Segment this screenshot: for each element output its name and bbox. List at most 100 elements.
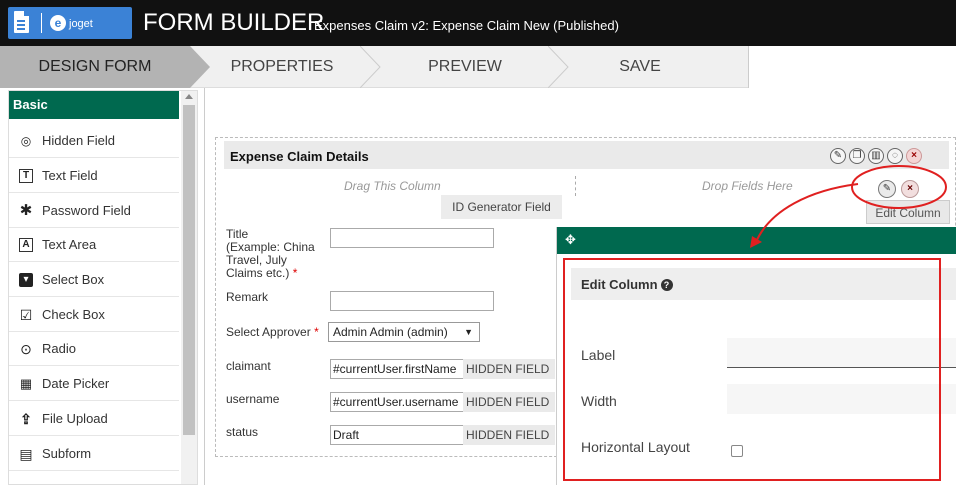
radio-icon: ⊙ — [20, 341, 32, 357]
title-input[interactable] — [330, 228, 494, 248]
approver-label: Select Approver — [226, 325, 311, 339]
width-input[interactable] — [727, 384, 956, 414]
palette-item-label: Hidden Field — [42, 133, 115, 148]
section-title: Expense Claim Details — [230, 149, 369, 164]
logo-text: joget — [69, 18, 93, 30]
panel-drag-bar[interactable]: ✥ — [557, 227, 956, 254]
palette-item-label: File Upload — [42, 411, 108, 426]
drag-column-hint[interactable]: Drag This Column — [344, 179, 441, 193]
tab-label: DESIGN FORM — [38, 58, 152, 75]
id-generator-field[interactable]: ID Generator Field — [441, 195, 562, 219]
tab-properties[interactable]: PROPERTIES — [212, 46, 352, 88]
horizontal-layout-label: Horizontal Layout — [581, 439, 690, 455]
app-title: FORM BUILDER — [143, 9, 325, 36]
scroll-thumb[interactable] — [183, 105, 195, 435]
palette-item-label: Text Field — [42, 168, 98, 183]
palette-item-check-box[interactable]: ☑ Check Box — [9, 298, 179, 332]
horizontal-layout-checkbox[interactable] — [731, 445, 743, 457]
label-input[interactable] — [727, 338, 956, 368]
check-box-icon: ☑ — [19, 307, 33, 323]
palette-item-password-field[interactable]: ✱ Password Field — [9, 194, 179, 228]
username-input[interactable]: #currentUser.username — [330, 392, 464, 412]
palette-item-file-upload[interactable]: ⇪ File Upload — [9, 402, 179, 436]
logo-separator — [41, 13, 42, 33]
section-header[interactable]: Expense Claim Details ✎ ❐ ▥ ◌ × — [224, 141, 949, 169]
remark-field-label[interactable]: Remark — [226, 291, 268, 304]
select-box-icon: ▾ — [19, 273, 33, 287]
chevron-right-icon — [190, 46, 210, 88]
help-icon[interactable]: ? — [660, 279, 673, 291]
steps-spacer — [748, 46, 956, 88]
approver-selected: Admin Admin (admin) — [333, 325, 448, 339]
palette-item-text-field[interactable]: T Text Field — [9, 159, 179, 193]
builder-steps: DESIGN FORM PROPERTIES PREVIEW SAVE — [0, 46, 956, 88]
canvas-divider — [204, 88, 205, 485]
palette-item-label: Date Picker — [42, 376, 110, 391]
chevron-right-icon — [360, 46, 381, 88]
claimant-field-label[interactable]: claimant — [226, 360, 271, 373]
width-field-label: Width — [581, 393, 617, 409]
approver-field-label[interactable]: Select Approver * — [226, 326, 319, 339]
document-icon — [14, 11, 29, 33]
delete-column-icon[interactable]: × — [901, 180, 919, 198]
field-palette: Basic ◎ Hidden Field T Text Field ✱ Pass… — [8, 90, 198, 485]
caret-down-icon: ▼ — [464, 327, 473, 337]
panel-header: Edit Column? — [571, 268, 956, 300]
subform-icon: ▤ — [19, 446, 33, 462]
column-divider — [575, 176, 576, 196]
calendar-icon: ▦ — [19, 376, 33, 391]
palette-item-date-picker[interactable]: ▦ Date Picker — [9, 367, 179, 401]
palette-scrollbar[interactable] — [181, 91, 197, 484]
edit-column-icon[interactable]: ✎ — [878, 180, 896, 198]
tab-label: PROPERTIES — [230, 58, 334, 75]
palette-item-label: Select Box — [42, 272, 105, 287]
claimant-input[interactable]: #currentUser.firstName — [330, 359, 464, 379]
required-mark: * — [292, 266, 298, 280]
upload-icon: ⇪ — [20, 411, 32, 427]
tab-save[interactable]: SAVE — [580, 46, 700, 88]
palette-item-select-box[interactable]: ▾ Select Box — [9, 263, 179, 297]
palette-item-hidden-field[interactable]: ◎ Hidden Field — [9, 124, 179, 158]
palette-item-radio[interactable]: ⊙ Radio — [9, 332, 179, 366]
status-field-label[interactable]: status — [226, 426, 258, 439]
tab-label: PREVIEW — [428, 58, 502, 75]
remark-input[interactable] — [330, 291, 494, 311]
title-label-line: Claims etc.) — [226, 266, 290, 280]
scroll-up-icon[interactable] — [185, 94, 193, 99]
title-field-label[interactable]: Title (Example: China Travel, July Claim… — [226, 228, 315, 280]
palette-item-label: Radio — [42, 341, 76, 356]
text-field-icon: T — [19, 169, 33, 183]
tab-label: SAVE — [619, 58, 661, 75]
label-field-label: Label — [581, 347, 616, 363]
palette-item-label: Password Field — [42, 203, 131, 218]
tab-preview[interactable]: PREVIEW — [395, 46, 535, 88]
panel-title: Edit Column? — [581, 277, 673, 292]
approver-select[interactable]: Admin Admin (admin) ▼ — [328, 322, 480, 342]
palette-category-basic[interactable]: Basic — [9, 91, 179, 119]
palette-item-subform[interactable]: ▤ Subform — [9, 437, 179, 471]
panel-title-text: Edit Column — [581, 277, 658, 292]
text-area-icon: A — [19, 238, 33, 252]
tab-design-form[interactable]: DESIGN FORM — [0, 46, 190, 88]
form-name: Expenses Claim v2: Expense Claim New (Pu… — [314, 18, 619, 33]
asterisk-icon: ✱ — [19, 202, 33, 219]
username-field-label[interactable]: username — [226, 393, 279, 406]
add-column-icon[interactable]: ▥ — [868, 148, 884, 164]
copy-section-icon[interactable]: ❐ — [849, 148, 865, 164]
edit-column-tooltip: Edit Column — [866, 200, 950, 224]
eye-slash-icon: ◎ — [20, 134, 32, 148]
palette-item-label: Text Area — [42, 237, 97, 252]
edit-section-icon[interactable]: ✎ — [830, 148, 846, 164]
joget-icon: e — [50, 15, 66, 31]
delete-section-icon[interactable]: × — [906, 148, 922, 164]
edit-column-panel: ✥ Edit Column? Label Width Horizontal La… — [556, 227, 956, 485]
palette-item-text-area[interactable]: A Text Area — [9, 228, 179, 262]
hidden-field-tag: HIDDEN FIELD — [463, 359, 555, 379]
comment-icon[interactable]: ◌ — [887, 148, 903, 164]
chevron-right-icon — [548, 46, 569, 88]
top-bar: e joget FORM BUILDER Expenses Claim v2: … — [0, 0, 956, 46]
move-icon[interactable]: ✥ — [565, 233, 579, 247]
hidden-field-tag: HIDDEN FIELD — [463, 392, 555, 412]
status-input[interactable]: Draft — [330, 425, 464, 445]
app-logo[interactable]: e joget — [8, 7, 132, 39]
